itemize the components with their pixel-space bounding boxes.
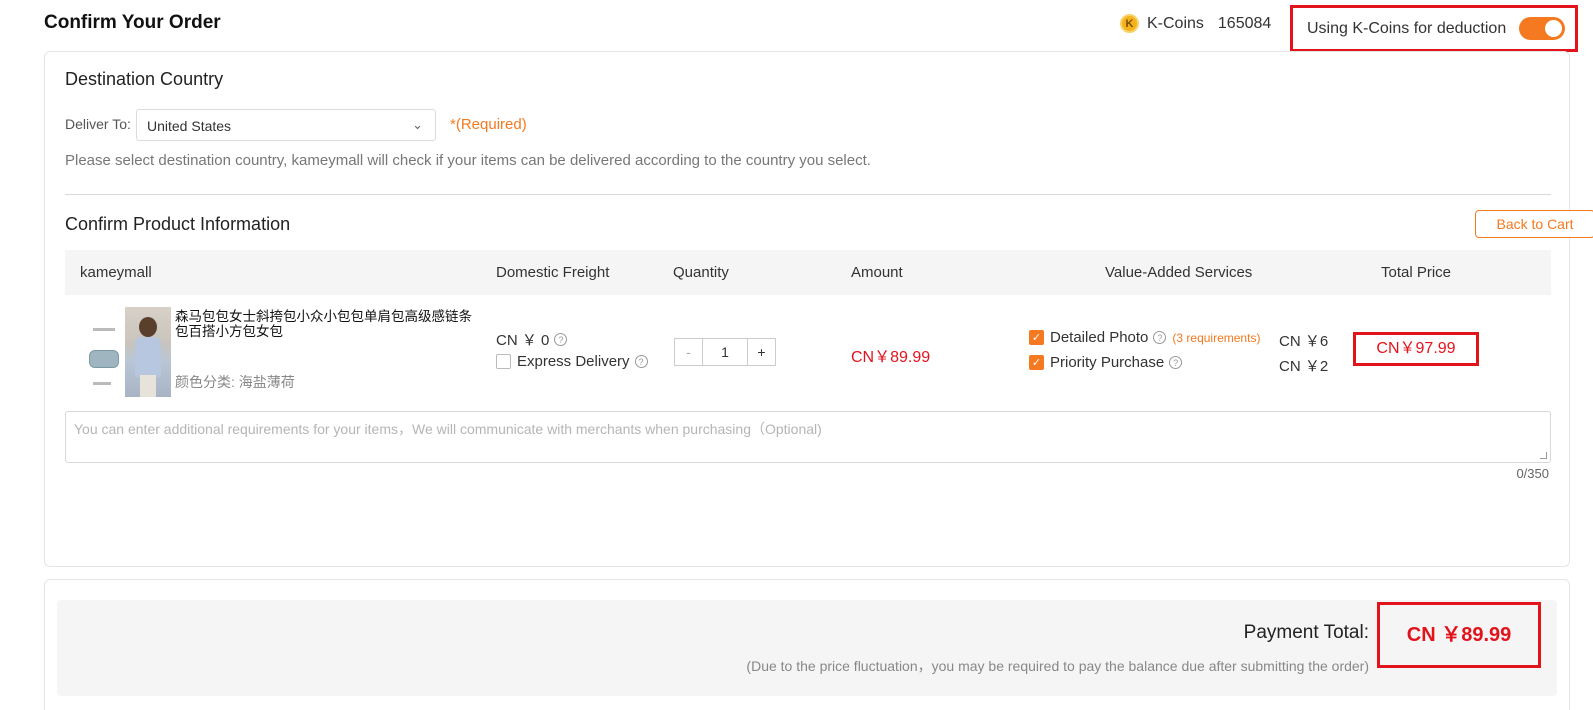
kcoins-label: K-Coins — [1147, 14, 1204, 32]
destination-title: Destination Country — [65, 69, 224, 89]
kcoins-deduction-toggle[interactable] — [1519, 17, 1565, 40]
chevron-down-icon: ⌄ — [412, 117, 423, 132]
payment-card: Payment Total: (Due to the price fluctua… — [44, 579, 1570, 710]
col-total-price: Total Price — [1381, 264, 1452, 281]
country-select[interactable]: United States ⌄ — [136, 109, 436, 141]
product-table-header: kameymall Domestic Freight Quantity Amou… — [65, 250, 1551, 295]
help-icon[interactable]: ? — [634, 355, 648, 368]
express-delivery-label: Express Delivery — [517, 353, 630, 370]
col-domestic-freight: Domestic Freight — [496, 264, 610, 281]
required-note: *(Required) — [450, 116, 527, 133]
model-legs — [140, 375, 156, 397]
express-delivery-option[interactable]: Express Delivery ? — [496, 353, 648, 370]
service-label: Priority Purchase — [1050, 354, 1165, 371]
col-amount: Amount — [851, 264, 903, 281]
country-select-value: United States — [147, 118, 232, 134]
thumb-caption — [93, 382, 111, 385]
quantity-stepper: - 1 + — [674, 338, 776, 366]
service-label: Detailed Photo — [1050, 329, 1149, 346]
product-thumbnail-bag[interactable] — [83, 322, 123, 390]
model-head — [139, 317, 157, 337]
page-title: Confirm Your Order — [44, 12, 221, 33]
check-icon[interactable]: ✓ — [1029, 330, 1044, 345]
item-total-price: CN￥97.99 — [1353, 332, 1479, 366]
payment-summary: Payment Total: (Due to the price fluctua… — [57, 600, 1557, 696]
domestic-freight: CN ￥ 0 ? — [496, 329, 568, 350]
notes-char-counter: 0/350 — [1516, 466, 1549, 481]
product-name[interactable]: 森马包包女士斜挎包小众小包包单肩包高级感链条包百搭小方包女包 — [175, 309, 475, 339]
item-amount: CN￥89.99 — [851, 349, 931, 366]
kcoins-balance: 165084 — [1217, 14, 1272, 32]
product-variant: 颜色分类: 海盐薄荷 — [175, 374, 295, 390]
notes-placeholder: You can enter additional requirements fo… — [74, 421, 822, 437]
express-delivery-checkbox[interactable] — [496, 354, 511, 369]
service-price-detailed-photo: CN ￥6 — [1279, 333, 1329, 350]
quantity-decrease-button[interactable]: - — [674, 338, 703, 366]
help-icon[interactable]: ? — [1153, 331, 1167, 344]
help-icon[interactable]: ? — [1169, 356, 1183, 369]
additional-requirements-input[interactable]: You can enter additional requirements fo… — [65, 411, 1551, 463]
service-price-priority-purchase: CN ￥2 — [1279, 358, 1329, 375]
payment-total-label: Payment Total: — [1243, 622, 1369, 643]
service-requirements-link[interactable]: (3 requirements) — [1172, 331, 1260, 345]
toggle-knob — [1545, 20, 1562, 37]
col-value-added-services: Value-Added Services — [1105, 264, 1253, 281]
quantity-input[interactable]: 1 — [703, 338, 747, 366]
service-detailed-photo[interactable]: ✓ Detailed Photo ? (3 requirements) — [1029, 329, 1260, 346]
model-body — [135, 337, 161, 377]
destination-hint: Please select destination country, kamey… — [65, 152, 871, 169]
help-icon[interactable]: ? — [554, 333, 568, 346]
service-priority-purchase[interactable]: ✓ Priority Purchase ? — [1029, 354, 1183, 371]
payment-total-amount: CN ￥89.99 — [1377, 602, 1541, 668]
col-quantity: Quantity — [673, 264, 729, 281]
kcoins-deduction-box: Using K-Coins for deduction — [1290, 5, 1578, 52]
divider — [65, 194, 1551, 195]
product-thumbnail-model[interactable] — [125, 307, 171, 397]
kcoin-icon: K — [1120, 14, 1139, 33]
col-store: kameymall — [80, 264, 152, 281]
payment-note: (Due to the price fluctuation，you may be… — [746, 658, 1369, 674]
freight-value: CN ￥ 0 — [496, 332, 550, 349]
deliver-label: Deliver To: — [65, 116, 131, 132]
bag-image — [89, 350, 119, 368]
quantity-increase-button[interactable]: + — [747, 338, 776, 366]
product-row: 森马包包女士斜挎包小众小包包单肩包高级感链条包百搭小方包女包 颜色分类: 海盐薄… — [65, 302, 1551, 412]
check-icon[interactable]: ✓ — [1029, 355, 1044, 370]
resize-handle[interactable] — [1540, 452, 1547, 459]
product-section-title: Confirm Product Information — [65, 214, 291, 234]
kcoins-info: K K-Coins 165084 — [1120, 14, 1271, 33]
back-to-cart-button[interactable]: Back to Cart — [1475, 210, 1593, 238]
thumb-caption — [93, 328, 115, 331]
kcoins-deduction-label: Using K-Coins for deduction — [1307, 19, 1507, 37]
order-card: Destination Country Deliver To: United S… — [44, 51, 1593, 567]
